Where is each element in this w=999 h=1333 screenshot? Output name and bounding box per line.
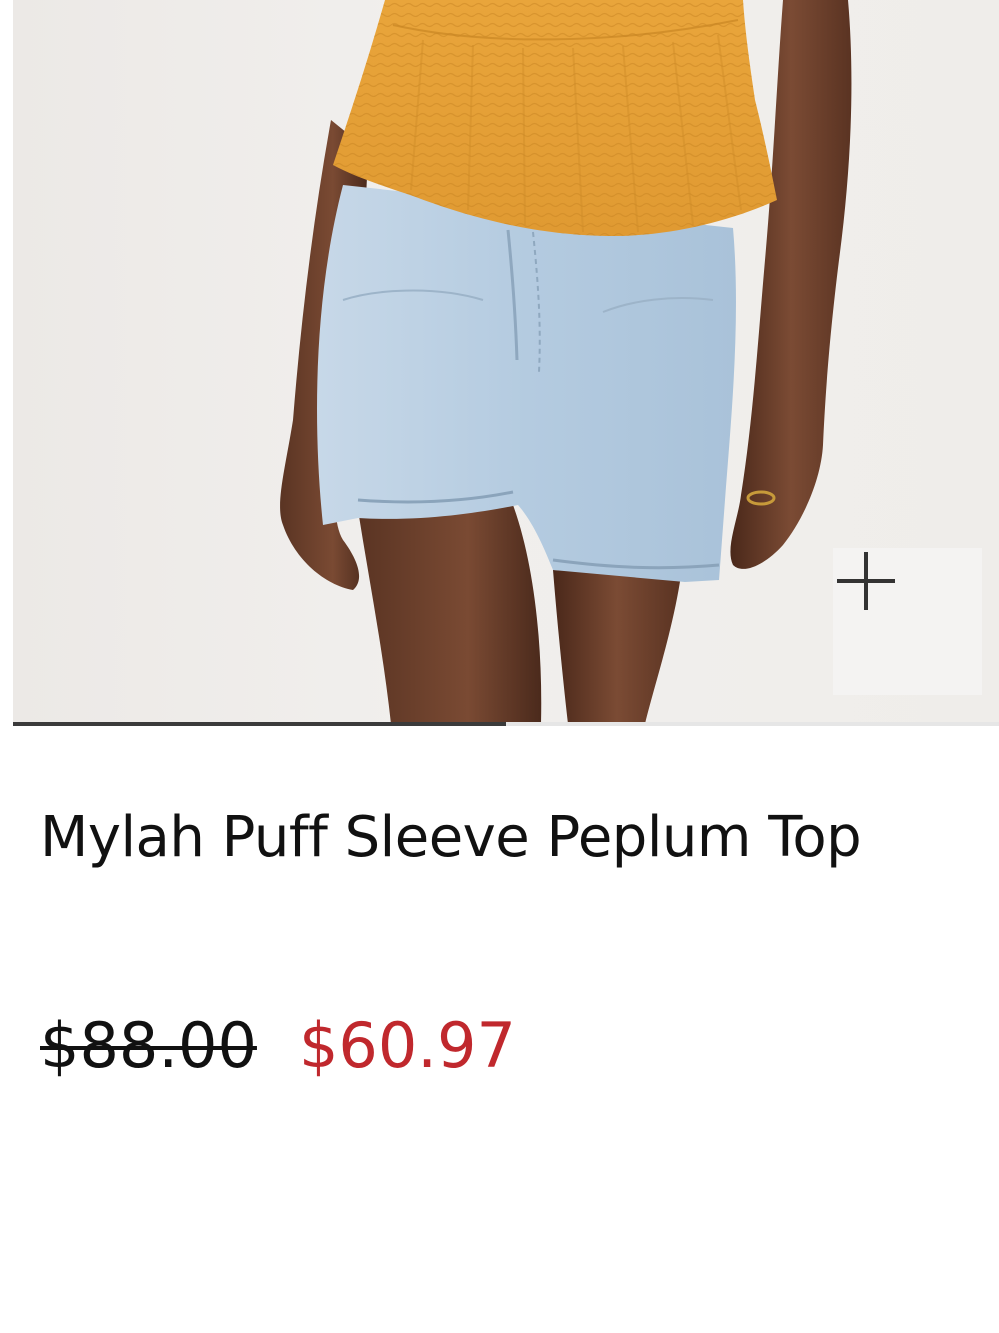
carousel-progress-track [13, 722, 999, 726]
sale-price: $60.97 [298, 1008, 516, 1082]
zoom-button[interactable] [833, 548, 982, 695]
plus-icon [837, 552, 895, 610]
product-title: Mylah Puff Sleeve Peplum Top [40, 805, 862, 870]
original-price: $88.00 [40, 1008, 257, 1082]
carousel-progress-bar [13, 722, 506, 726]
price-row: $88.00 $60.97 [40, 1000, 516, 1090]
product-image[interactable] [13, 0, 999, 724]
